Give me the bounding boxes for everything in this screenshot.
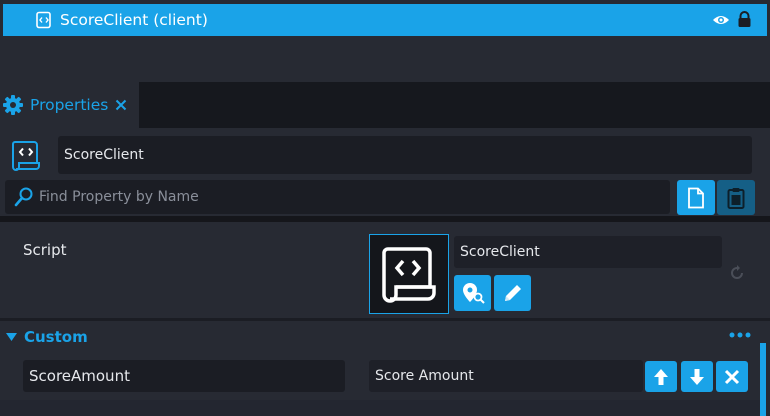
arrow-down-icon	[690, 368, 704, 385]
custom-section-header[interactable]: Custom	[6, 328, 88, 346]
property-search	[5, 180, 670, 214]
reset-icon[interactable]	[729, 265, 745, 281]
tab-label: Properties	[30, 96, 109, 114]
clipboard-icon	[727, 187, 745, 209]
custom-property-value-field[interactable]: Score Amount	[369, 360, 643, 392]
collapse-triangle-icon	[6, 333, 17, 341]
copy-button[interactable]	[677, 180, 715, 215]
section-divider	[0, 318, 770, 321]
hierarchy-item-label: ScoreClient (client)	[60, 11, 208, 29]
eye-icon[interactable]	[712, 13, 730, 27]
close-icon	[724, 369, 740, 384]
separator	[0, 216, 770, 222]
gear-icon	[3, 95, 23, 115]
hierarchy-row-selected[interactable]: ScoreClient (client)	[3, 4, 767, 36]
paste-button[interactable]	[717, 180, 755, 215]
move-down-button[interactable]	[681, 361, 713, 392]
custom-property-name-field[interactable]: ScoreAmount	[23, 360, 345, 392]
close-icon[interactable]	[115, 99, 127, 111]
pencil-icon	[504, 285, 521, 301]
delete-property-button[interactable]	[716, 361, 748, 392]
more-options-icon[interactable]	[729, 329, 751, 341]
search-input[interactable]	[39, 189, 639, 205]
script-icon	[36, 11, 51, 29]
tab-properties[interactable]: Properties	[0, 82, 139, 128]
location-pin-icon	[462, 283, 485, 304]
script-icon	[382, 247, 436, 303]
script-thumbnail[interactable]	[369, 234, 449, 314]
copy-icon	[688, 187, 704, 208]
locate-script-button[interactable]	[454, 275, 491, 311]
lock-icon[interactable]	[737, 11, 752, 28]
script-property-label: Script	[23, 241, 67, 259]
move-up-button[interactable]	[645, 361, 677, 392]
object-name-field[interactable]: ScoreClient	[58, 136, 752, 174]
tab-bar: Properties	[0, 82, 770, 128]
script-value-field[interactable]: ScoreClient	[454, 236, 722, 268]
script-icon	[12, 141, 40, 171]
arrow-up-icon	[654, 368, 668, 385]
search-icon	[14, 187, 33, 207]
bottom-strip	[0, 400, 760, 416]
edit-script-button[interactable]	[494, 275, 531, 311]
scrollbar[interactable]	[760, 343, 766, 416]
hierarchy-panel: ScoreClient (client)	[0, 0, 770, 82]
custom-section-label: Custom	[24, 328, 88, 346]
